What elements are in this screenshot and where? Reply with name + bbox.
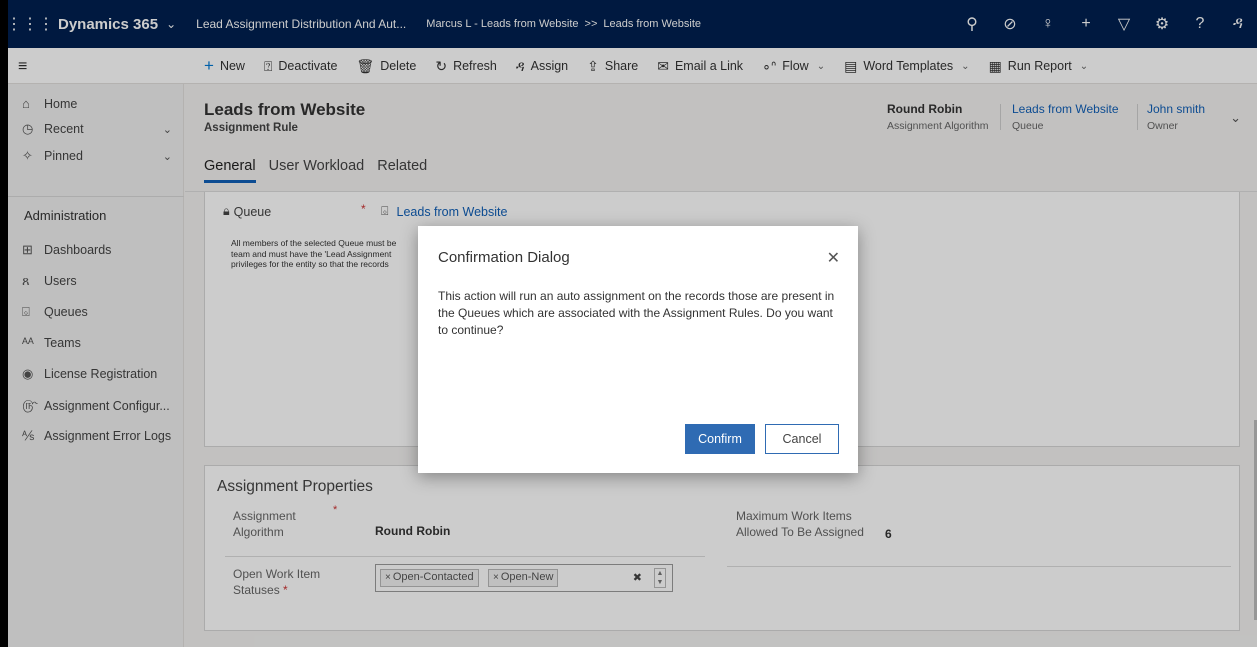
cancel-button[interactable]: Cancel	[765, 424, 839, 454]
confirmation-dialog: Confirmation Dialog ✕ This action will r…	[418, 226, 858, 473]
close-icon[interactable]: ✕	[827, 248, 840, 268]
confirm-button[interactable]: Confirm	[685, 424, 755, 454]
dialog-title: Confirmation Dialog	[438, 249, 570, 266]
dialog-message: This action will run an auto assignment …	[438, 289, 835, 337]
app-window: ⋮⋮⋮ Dynamics 365 ⌄ Lead Assignment Distr…	[8, 0, 1257, 647]
